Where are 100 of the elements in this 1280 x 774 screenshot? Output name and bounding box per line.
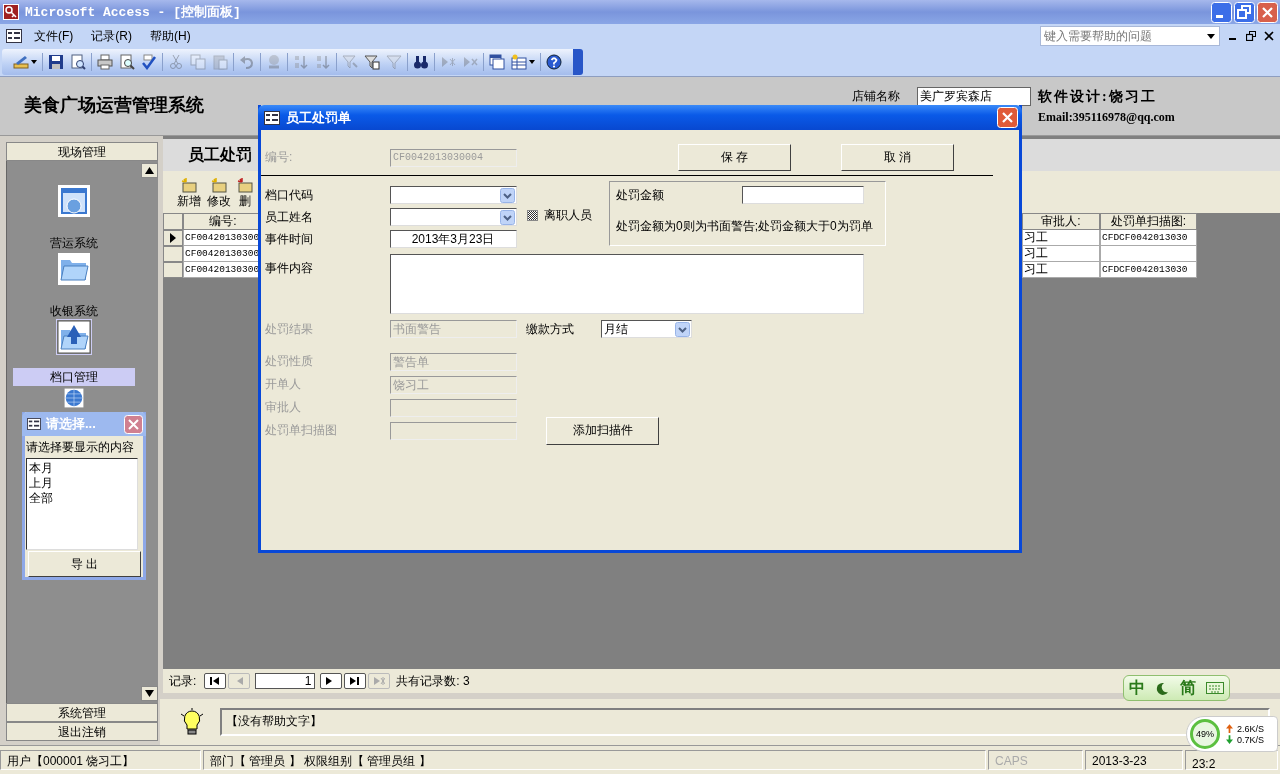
field-label: 处罚单扫描图 [265, 422, 338, 439]
last-record-button[interactable] [344, 673, 367, 689]
action-button[interactable]: 新增 [175, 177, 203, 213]
keyboard-icon[interactable] [1205, 682, 1224, 694]
date-status: 2013-3-23 [1085, 750, 1183, 770]
window-icon[interactable] [489, 54, 505, 70]
close-button[interactable] [1257, 1, 1278, 23]
checkbox[interactable] [527, 210, 538, 221]
upload-speed: 2.6K/S [1237, 723, 1265, 734]
list-item[interactable]: 上月 [29, 476, 135, 491]
combo-box[interactable] [390, 208, 517, 226]
row-selector[interactable] [163, 230, 183, 246]
download-arrow-icon [1226, 735, 1233, 744]
form-title: 员工处罚 [188, 144, 252, 165]
restore-icon[interactable] [1246, 31, 1256, 41]
scroll-down-button[interactable] [141, 686, 158, 701]
field-label: 员工姓名 [265, 208, 314, 226]
table-icon[interactable] [511, 54, 527, 70]
folder-arrow-icon[interactable] [57, 320, 91, 354]
lightbulb-icon [180, 708, 204, 736]
field-label: 事件内容 [265, 260, 314, 277]
field-label: 处罚性质 [265, 353, 314, 370]
section-button[interactable]: 现场管理 [6, 142, 158, 161]
next-record-button[interactable] [320, 673, 343, 689]
restore-button[interactable] [1234, 1, 1255, 23]
store-field[interactable]: 美广罗宾森店 [917, 87, 1031, 106]
add-scan-button[interactable]: 添加扫描件 [546, 416, 659, 445]
save-icon[interactable] [48, 54, 64, 70]
window-title: Microsoft Access - [控制面板] [25, 4, 241, 21]
last-record-icon [349, 676, 362, 686]
folder-star-icon [181, 177, 197, 193]
folder-icon[interactable] [57, 252, 91, 286]
form-icon[interactable] [6, 29, 22, 43]
record-number-field[interactable]: 1 [255, 673, 316, 689]
script-mode[interactable]: 简 [1179, 679, 1196, 697]
nav-item[interactable]: 档口管理 [13, 368, 135, 386]
design-view-icon[interactable] [13, 54, 29, 70]
export-button[interactable]: 导 出 [28, 551, 141, 577]
menu-item[interactable]: 帮助(H) [150, 27, 191, 45]
app-icon [3, 4, 19, 20]
filter-form-icon[interactable] [364, 54, 380, 70]
field-label: 缴款方式 [526, 320, 575, 338]
role-status: 部门【 管理员 】 权限组别【 管理员组 】 [203, 750, 986, 770]
field-label: 处罚结果 [265, 320, 314, 338]
column-header: 审批人: [1022, 213, 1100, 230]
caps-indicator: CAPS [988, 750, 1083, 770]
field-label: 编号: [265, 149, 294, 166]
caret-icon[interactable] [31, 60, 37, 64]
print-preview-icon[interactable] [119, 54, 135, 70]
record-label: 记录: [169, 672, 197, 690]
combo-box[interactable]: 月结 [601, 320, 692, 338]
list-item[interactable]: 全部 [29, 491, 135, 506]
fine-note: 处罚金额为0则为书面警告;处罚金额大于0为罚单 [616, 218, 874, 235]
first-record-button[interactable] [204, 673, 227, 689]
action-button[interactable]: 删 [235, 177, 255, 213]
dialog-button[interactable]: 保 存 [678, 144, 791, 171]
nav-item[interactable]: 营运系统 [13, 234, 135, 252]
close-button[interactable] [997, 107, 1018, 128]
close-icon[interactable] [1264, 31, 1274, 41]
binoculars-icon[interactable] [413, 54, 429, 70]
close-button[interactable] [124, 414, 143, 434]
window-globe-icon[interactable] [57, 184, 91, 218]
table-cell: CFDCF0042013030 [1100, 262, 1197, 278]
section-button[interactable]: 系统管理 [6, 703, 158, 722]
combo-box[interactable] [390, 186, 517, 204]
help-icon[interactable] [546, 54, 562, 70]
record-count: 共有记录数: 3 [396, 672, 470, 690]
nav-item[interactable]: 收银系统 [13, 302, 135, 320]
list-box[interactable]: 本月 上月 全部 [26, 458, 138, 551]
minimize-button[interactable] [1211, 1, 1232, 23]
help-search-field[interactable]: 键入需要帮助的问题 [1040, 26, 1220, 46]
language-mode[interactable]: 中 [1129, 679, 1146, 697]
caret-icon[interactable] [529, 60, 535, 64]
list-item[interactable]: 本月 [29, 461, 135, 476]
user-status: 用户【000001 饶习工】 [0, 750, 201, 770]
chooser-prompt: 请选择要显示的内容 [25, 439, 135, 456]
checkbox-label: 离职人员 [544, 207, 592, 224]
scroll-up-button[interactable] [141, 163, 158, 178]
content-field[interactable] [390, 254, 864, 314]
file-search-icon[interactable] [70, 54, 86, 70]
date-field[interactable]: 2013年3月23日 [390, 230, 517, 248]
dialog-title: 员工处罚单 [286, 108, 351, 127]
dialog-button[interactable]: 取 消 [841, 144, 954, 171]
action-button[interactable]: 修改 [205, 177, 233, 213]
menu-item[interactable]: 文件(F) [34, 27, 74, 45]
field-label: 开单人 [265, 376, 302, 393]
moon-icon[interactable] [1155, 681, 1170, 695]
download-speed: 0.7K/S [1237, 734, 1265, 745]
upload-arrow-icon [1226, 724, 1233, 733]
menu-item[interactable]: 记录(R) [91, 27, 132, 45]
printer-icon[interactable] [97, 54, 113, 70]
email-text: Email:395116978@qq.com [1038, 110, 1175, 125]
table-cell: CFDCF0042013030 [1100, 230, 1197, 246]
form-icon [27, 418, 41, 430]
section-button[interactable]: 退出注销 [6, 722, 158, 741]
dropdown-icon[interactable] [1207, 33, 1215, 39]
field-label: 事件时间 [265, 230, 314, 248]
spelling-icon[interactable] [141, 54, 157, 70]
current-row-icon [170, 233, 176, 243]
fine-amount-field[interactable] [742, 186, 864, 204]
